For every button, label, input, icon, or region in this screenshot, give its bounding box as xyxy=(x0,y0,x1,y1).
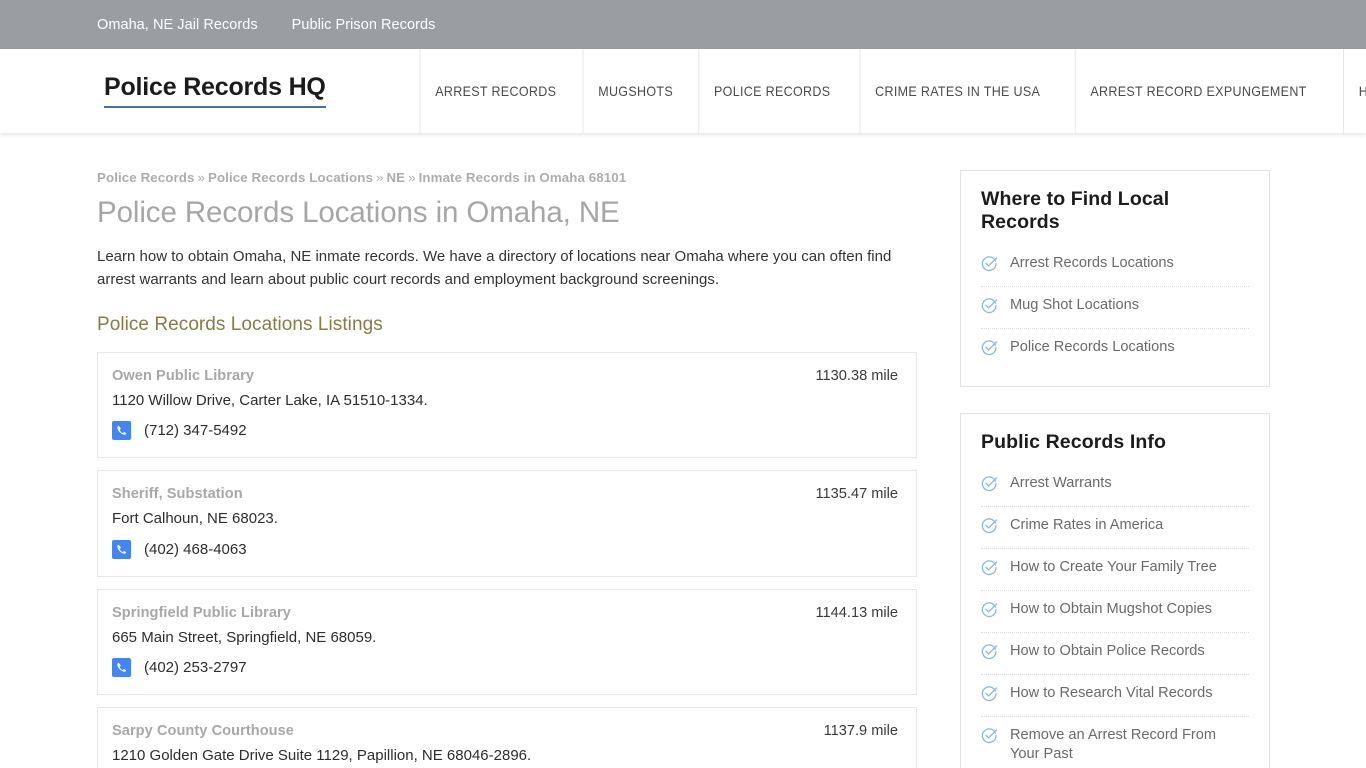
listing-phone[interactable]: (402) 253-2797 xyxy=(144,659,247,676)
page-root: Omaha, NE Jail Records Public Prison Rec… xyxy=(0,0,1366,768)
widget-list: Arrest Warrants Crime Rates in America H… xyxy=(981,465,1249,768)
sidebar-link[interactable]: Arrest Records Locations xyxy=(1010,254,1174,273)
listing-card[interactable]: Springfield Public Library 1144.13 mile … xyxy=(97,588,917,696)
check-circle-icon xyxy=(981,601,998,623)
check-circle-icon xyxy=(981,559,998,581)
breadcrumb-separator: » xyxy=(197,170,205,185)
listing-address: Fort Calhoun, NE 68023. xyxy=(112,510,278,528)
phone-icon xyxy=(112,421,131,441)
breadcrumb-item-police-records[interactable]: Police Records xyxy=(97,170,194,185)
utility-topbar: Omaha, NE Jail Records Public Prison Rec… xyxy=(0,0,1366,49)
breadcrumb-separator: » xyxy=(408,170,416,185)
breadcrumb-separator: » xyxy=(375,170,384,185)
topbar-link-prison-records[interactable]: Public Prison Records xyxy=(292,17,436,33)
listing-card[interactable]: Sarpy County Courthouse 1137.9 mile 1210… xyxy=(97,707,917,768)
site-logo[interactable]: Police Records HQ xyxy=(104,73,326,109)
listing-phone[interactable]: (402) 468-4063 xyxy=(144,541,247,558)
listing-phone-row: (402) 468-4063 xyxy=(112,539,898,559)
brand-area: Police Records HQ xyxy=(0,49,413,133)
sidebar-link[interactable]: How to Obtain Police Records xyxy=(1010,642,1205,661)
widget-title: Where to Find Local Records xyxy=(981,188,1170,233)
listing-distance: 1130.38 mile xyxy=(815,367,898,384)
list-item[interactable]: Arrest Records Locations xyxy=(981,245,1249,287)
sidebar-link[interactable]: How to Obtain Mugshot Copies xyxy=(1010,600,1212,619)
primary-navigation: ARREST RECORDS MUGSHOTS POLICE RECORDS C… xyxy=(413,49,1366,133)
widget-list: Arrest Records Locations Mug Shot Locati… xyxy=(981,245,1249,370)
listing-distance: 1137.9 mile xyxy=(823,723,898,740)
listings-container: Owen Public Library 1130.38 mile 1120 Wi… xyxy=(97,351,917,768)
nav-item-record-expungement[interactable]: ARREST RECORD EXPUNGEMENT xyxy=(1074,49,1322,133)
content-area: Police Records» Police Records Locations»… xyxy=(0,170,1366,768)
listing-header: Springfield Public Library 1144.13 mile xyxy=(112,605,898,621)
list-item[interactable]: Arrest Warrants xyxy=(981,465,1249,507)
listing-name: Sarpy County Courthouse xyxy=(112,723,294,740)
nav-item-obtain-public-records[interactable]: HOW TO OBTAIN PUBLIC RECORDS xyxy=(1343,49,1366,133)
listing-card[interactable]: Sheriff, Substation 1135.47 mile Fort Ca… xyxy=(97,470,917,577)
listing-phone[interactable]: (712) 347-5492 xyxy=(144,422,247,439)
phone-icon xyxy=(112,658,131,678)
listing-distance: 1144.13 mile xyxy=(815,604,898,621)
breadcrumb-item-ne[interactable]: NE xyxy=(386,170,405,185)
widget-title: Public Records Info xyxy=(981,431,1167,453)
topbar-link-jail-records[interactable]: Omaha, NE Jail Records xyxy=(97,17,258,33)
listing-distance: 1135.47 mile xyxy=(815,486,898,503)
check-circle-icon xyxy=(981,297,998,319)
list-item[interactable]: How to Create Your Family Tree xyxy=(981,549,1249,591)
check-circle-icon xyxy=(981,255,998,277)
sidebar-link[interactable]: Mug Shot Locations xyxy=(1010,296,1139,315)
sidebar-link[interactable]: Police Records Locations xyxy=(1010,338,1175,357)
list-item[interactable]: Police Records Locations xyxy=(981,329,1249,370)
site-header: Police Records HQ ARREST RECORDS MUGSHOT… xyxy=(0,49,1366,133)
main-column: Police Records» Police Records Locations»… xyxy=(97,170,917,768)
sidebar-link[interactable]: Remove an Arrest Record From Your Past xyxy=(1010,726,1222,763)
breadcrumb-item-locations[interactable]: Police Records Locations xyxy=(208,170,373,185)
breadcrumb-item-current: Inmate Records in Omaha 68101 xyxy=(418,170,627,185)
check-circle-icon xyxy=(981,643,998,665)
check-circle-icon xyxy=(981,475,998,497)
listing-phone-row: (402) 253-2797 xyxy=(112,658,898,678)
sidebar-link[interactable]: Arrest Warrants xyxy=(1010,474,1112,493)
list-item[interactable]: Crime Rates in America xyxy=(981,507,1249,549)
intro-paragraph: Learn how to obtain Omaha, NE inmate rec… xyxy=(97,248,892,289)
check-circle-icon xyxy=(981,685,998,707)
listing-address: 1120 Willow Drive, Carter Lake, IA 51510… xyxy=(112,391,428,409)
check-circle-icon xyxy=(981,339,998,361)
page-title: Police Records Locations in Omaha, NE xyxy=(97,196,620,229)
listing-header: Sheriff, Substation 1135.47 mile xyxy=(112,486,898,502)
listing-name: Sheriff, Substation xyxy=(112,486,243,503)
list-item[interactable]: How to Obtain Police Records xyxy=(981,633,1249,675)
listing-header: Owen Public Library 1130.38 mile xyxy=(112,368,898,384)
listing-card[interactable]: Owen Public Library 1130.38 mile 1120 Wi… xyxy=(97,351,917,459)
list-item[interactable]: Mug Shot Locations xyxy=(981,287,1249,329)
listing-address: 665 Main Street, Springfield, NE 68059. xyxy=(112,628,377,646)
phone-icon xyxy=(112,539,131,559)
check-circle-icon xyxy=(981,517,998,539)
widget-local-records: Where to Find Local Records Arrest Recor… xyxy=(960,170,1270,387)
list-item[interactable]: How to Obtain Mugshot Copies xyxy=(981,591,1249,633)
list-item[interactable]: How to Research Vital Records xyxy=(981,675,1249,717)
list-item[interactable]: Remove an Arrest Record From Your Past xyxy=(981,717,1249,768)
sidebar: Where to Find Local Records Arrest Recor… xyxy=(960,170,1270,768)
check-circle-icon xyxy=(981,727,998,749)
section-title-listings: Police Records Locations Listings xyxy=(97,313,383,335)
sidebar-link[interactable]: How to Research Vital Records xyxy=(1010,684,1213,703)
nav-item-arrest-records[interactable]: ARREST RECORDS xyxy=(419,49,571,133)
nav-item-mugshots[interactable]: MUGSHOTS xyxy=(582,49,687,133)
sidebar-link[interactable]: Crime Rates in America xyxy=(1010,516,1163,535)
nav-item-crime-rates-usa[interactable]: CRIME RATES IN THE USA xyxy=(859,49,1055,133)
nav-item-police-records[interactable]: POLICE RECORDS xyxy=(698,49,845,133)
sidebar-link[interactable]: How to Create Your Family Tree xyxy=(1010,558,1217,577)
listing-phone-row: (712) 347-5492 xyxy=(112,421,898,441)
listing-name: Springfield Public Library xyxy=(112,604,291,621)
listing-address: 1210 Golden Gate Drive Suite 1129, Papil… xyxy=(112,747,532,765)
listing-name: Owen Public Library xyxy=(112,367,255,384)
listing-header: Sarpy County Courthouse 1137.9 mile xyxy=(112,723,898,739)
widget-public-records-info: Public Records Info Arrest Warrants Crim… xyxy=(960,413,1270,768)
breadcrumb: Police Records» Police Records Locations»… xyxy=(97,170,917,185)
